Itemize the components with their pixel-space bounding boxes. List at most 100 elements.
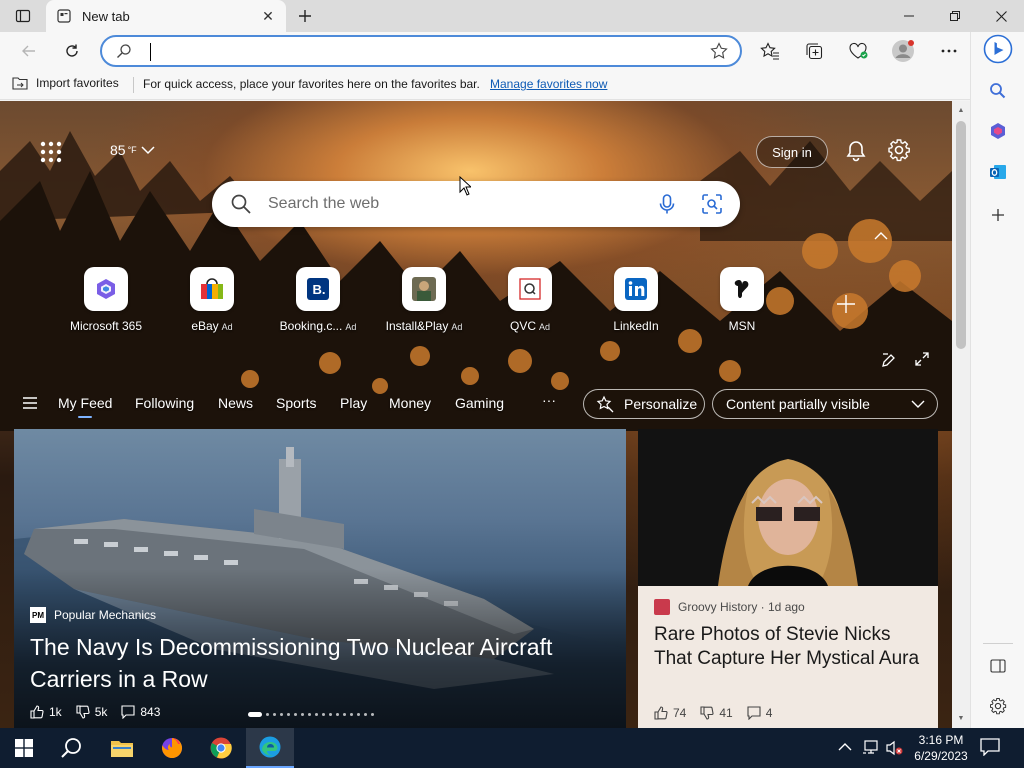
volume-muted-icon[interactable] (885, 740, 903, 759)
microphone-icon[interactable] (656, 193, 678, 220)
address-bar[interactable] (100, 35, 742, 67)
card-title[interactable]: The Navy Is Decommissioning Two Nuclear … (30, 631, 610, 695)
carousel-dot[interactable] (364, 713, 367, 716)
profile-button[interactable] (888, 37, 918, 65)
sidebar-search-button[interactable] (983, 76, 1013, 106)
taskbar-clock[interactable]: 3:16 PM 6/29/2023 (906, 732, 976, 764)
sidebar-outlook-button[interactable] (983, 157, 1013, 187)
comments-button[interactable]: 843 (121, 705, 160, 719)
quicklink-msn[interactable]: MSN (696, 267, 788, 333)
visual-search-icon[interactable] (701, 193, 723, 220)
quicklink-ebay[interactable]: eBay Ad (166, 267, 258, 333)
expand-background-icon[interactable] (915, 352, 929, 366)
gear-icon (990, 698, 1007, 715)
sign-in-button[interactable]: Sign in (756, 136, 828, 168)
comments-button[interactable]: 4 (747, 706, 772, 720)
quicklink-install-play[interactable]: Install&Play Ad (378, 267, 470, 333)
news-card-side[interactable]: Groovy History · 1d ago Rare Photos of S… (638, 429, 938, 728)
notifications-button[interactable] (843, 138, 869, 164)
news-card-main[interactable]: PM Popular Mechanics The Navy Is Decommi… (14, 429, 626, 728)
carousel-dot[interactable] (248, 712, 262, 717)
carousel-dot[interactable] (329, 713, 332, 716)
more-tabs-button[interactable]: ··· (542, 392, 556, 408)
collapse-quicklinks-icon[interactable] (874, 229, 888, 243)
taskbar-search-button[interactable] (48, 728, 96, 768)
like-button[interactable]: 74 (654, 706, 686, 720)
start-button[interactable] (0, 728, 48, 768)
carousel-dot[interactable] (273, 713, 276, 716)
dislike-button[interactable]: 41 (700, 706, 733, 720)
carousel-dot[interactable] (294, 713, 297, 716)
tab-sports[interactable]: Sports (276, 395, 316, 411)
scroll-down-arrow-icon[interactable]: ▼ (956, 713, 966, 723)
address-input[interactable] (146, 41, 696, 61)
import-favorites-button[interactable]: Import favorites (12, 76, 119, 90)
tab-news[interactable]: News (218, 395, 253, 411)
sidebar-add-button[interactable] (983, 200, 1013, 230)
network-icon[interactable] (862, 740, 880, 759)
hide-sidebar-button[interactable] (983, 651, 1013, 681)
browser-tab[interactable]: New tab ✕ (46, 0, 286, 32)
settings-more-button[interactable] (934, 37, 964, 65)
sidebar-settings-button[interactable] (983, 691, 1013, 721)
manage-favorites-link[interactable]: Manage favorites now (490, 77, 607, 91)
back-button[interactable] (14, 37, 44, 65)
weather-widget[interactable]: 85 °F (110, 142, 155, 158)
carousel-dot[interactable] (266, 713, 269, 716)
carousel-dot[interactable] (287, 713, 290, 716)
personalize-button[interactable]: Personalize (583, 389, 705, 419)
quicklink-booking[interactable]: B. Booking.c... Ad (272, 267, 364, 333)
page-settings-button[interactable] (887, 138, 913, 164)
tab-play[interactable]: Play (340, 395, 367, 411)
collections-button[interactable] (799, 37, 829, 65)
dislike-button[interactable]: 5k (76, 705, 107, 719)
edge-button[interactable] (246, 728, 294, 768)
edit-background-icon[interactable] (882, 353, 896, 367)
page-scrollbar[interactable]: ▲ ▼ (952, 101, 970, 728)
carousel-dot[interactable] (371, 713, 374, 716)
quicklink-linkedin[interactable]: LinkedIn (590, 267, 682, 333)
tab-money[interactable]: Money (389, 395, 431, 411)
like-button[interactable]: 1k (30, 705, 62, 719)
card-title[interactable]: Rare Photos of Stevie Nicks That Capture… (654, 623, 924, 671)
browser-essentials-button[interactable] (843, 37, 873, 65)
quicklink-qvc[interactable]: QVC Ad (484, 267, 576, 333)
carousel-dot[interactable] (322, 713, 325, 716)
carousel-dot[interactable] (315, 713, 318, 716)
file-explorer-button[interactable] (98, 728, 146, 768)
feed-menu-button[interactable] (22, 396, 38, 415)
content-visibility-select[interactable]: Content partially visible (712, 389, 938, 419)
carousel-dot[interactable] (336, 713, 339, 716)
sidebar-office-button[interactable] (983, 116, 1013, 146)
carousel-dot[interactable] (357, 713, 360, 716)
add-favorite-star-icon[interactable] (710, 42, 728, 65)
firefox-button[interactable] (148, 728, 196, 768)
scroll-up-arrow-icon[interactable]: ▲ (956, 105, 966, 115)
carousel-dot[interactable] (308, 713, 311, 716)
tab-close-icon[interactable]: ✕ (260, 8, 276, 24)
favorites-button[interactable] (755, 37, 785, 65)
tab-my-feed[interactable]: My Feed (58, 395, 112, 418)
add-quicklink-button[interactable] (836, 293, 856, 321)
refresh-button[interactable] (57, 37, 87, 65)
minimize-button[interactable] (886, 0, 932, 32)
restore-button[interactable] (932, 0, 978, 32)
scrollbar-thumb[interactable] (956, 121, 966, 349)
tab-following[interactable]: Following (135, 395, 194, 411)
carousel-dot[interactable] (350, 713, 353, 716)
web-search-input[interactable] (268, 193, 628, 215)
carousel-dot[interactable] (280, 713, 283, 716)
web-search-box[interactable] (212, 181, 740, 227)
bing-chat-button[interactable] (983, 34, 1013, 64)
quicklink-microsoft-365[interactable]: Microsoft 365 (60, 267, 152, 333)
show-hidden-icons-icon[interactable] (838, 740, 852, 755)
close-window-button[interactable] (978, 0, 1024, 32)
carousel-dot[interactable] (343, 713, 346, 716)
carousel-dot[interactable] (301, 713, 304, 716)
tab-gaming[interactable]: Gaming (455, 395, 504, 411)
new-tab-button[interactable] (292, 4, 318, 28)
action-center-button[interactable] (980, 738, 1002, 758)
chrome-button[interactable] (197, 728, 245, 768)
apps-launcher-button[interactable] (40, 141, 62, 163)
tab-actions-button[interactable] (8, 6, 38, 26)
